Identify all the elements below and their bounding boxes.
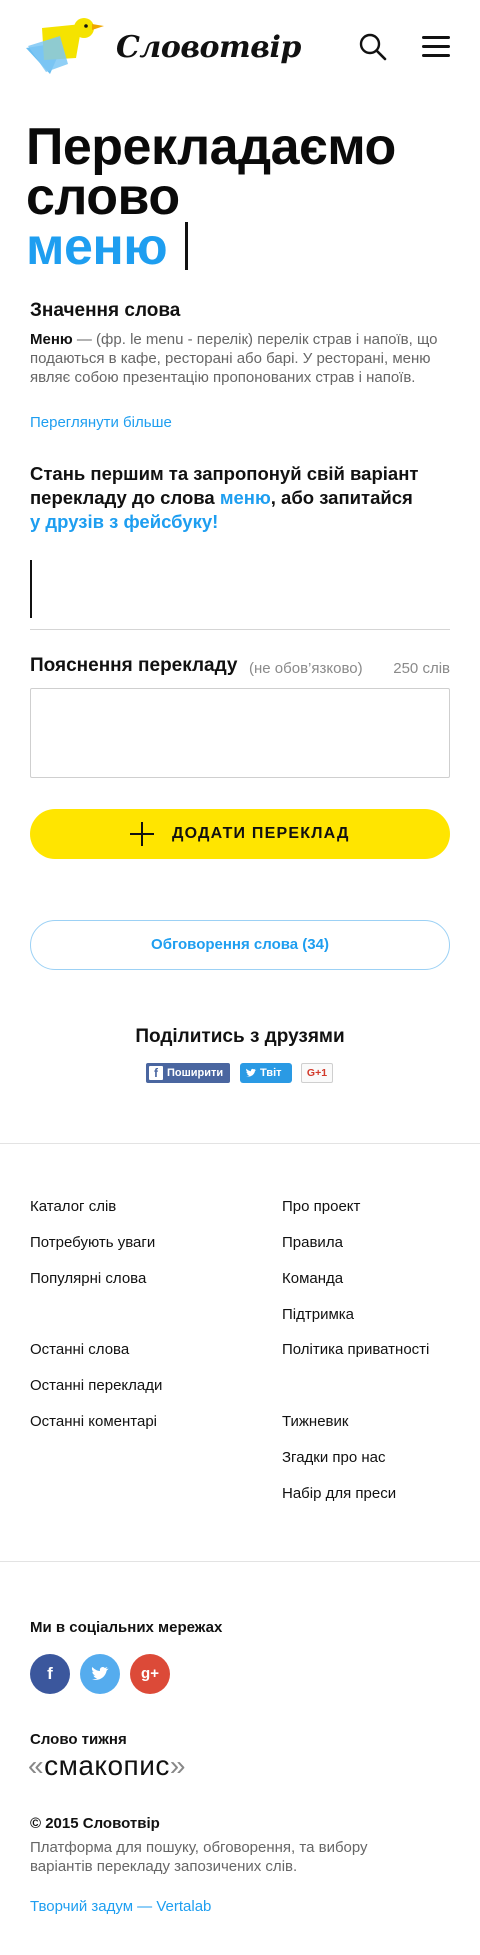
meaning-definition-text: — (фр. le menu - перелік) перелік страв … [30, 331, 438, 386]
facebook-social-button[interactable]: f [30, 1654, 70, 1694]
meaning-term: Меню [30, 331, 73, 348]
close-quote: » [169, 1750, 186, 1781]
twitter-bird-icon [91, 1667, 109, 1680]
plus-icon [130, 822, 154, 846]
explanation-textarea[interactable] [30, 688, 450, 778]
hamburger-icon-bar [422, 54, 450, 57]
search-icon [359, 33, 387, 61]
twitter-share-button[interactable]: Твіт [240, 1063, 292, 1083]
credit-link[interactable]: Творчий задум — Vertalab [30, 1898, 211, 1915]
view-more-link[interactable]: Переглянути більше [30, 414, 172, 431]
twitter-social-button[interactable] [80, 1654, 120, 1694]
footer-link-weekly[interactable]: Тижневик [282, 1413, 348, 1430]
search-button[interactable] [358, 32, 388, 62]
google-plus-share-button[interactable]: G+1 [301, 1063, 333, 1083]
hero-title-prefix: Перекладаємо слово [26, 118, 396, 226]
footer-link-team[interactable]: Команда [282, 1270, 343, 1287]
social-divider [0, 1561, 480, 1562]
meaning-heading: Значення слова [30, 300, 181, 321]
footer-link-privacy[interactable]: Політика приватності [282, 1341, 429, 1358]
footer-link-needs-attention[interactable]: Потребують уваги [30, 1234, 155, 1251]
social-title: Ми в соціальних мережах [30, 1619, 223, 1636]
input-caret [30, 560, 32, 618]
platform-description: Платформа для пошуку, обговорення, та ви… [30, 1839, 368, 1875]
footer-link-about[interactable]: Про проект [282, 1198, 360, 1215]
open-quote: « [28, 1750, 45, 1781]
invite-text-middle: , або запитайся [270, 487, 413, 508]
footer-link-press-kit[interactable]: Набір для преси [282, 1485, 396, 1502]
site-header: Словотвір [0, 0, 480, 96]
explanation-label: Пояснення перекладу [30, 655, 238, 676]
facebook-share-button[interactable]: f Поширити [146, 1063, 230, 1083]
hero-word: меню [26, 218, 168, 276]
add-translation-label: ДОДАТИ ПЕРЕКЛАД [172, 825, 350, 842]
meaning-definition: Меню — (фр. le menu - перелік) перелік с… [30, 330, 450, 387]
footer-link-mentions[interactable]: Згадки про нас [282, 1449, 386, 1466]
invite-word-link[interactable]: меню [220, 487, 271, 508]
menu-button[interactable] [422, 36, 450, 58]
text-cursor [185, 222, 189, 270]
share-title: Поділитись з друзями [135, 1026, 345, 1047]
explanation-word-limit: 250 слів [393, 660, 450, 677]
facebook-icon: f [149, 1066, 163, 1080]
word-of-week-title: Слово тижня [30, 1731, 127, 1748]
word-of-week-link[interactable]: «смакопис» [28, 1750, 186, 1782]
page-title: Перекладаємо слово меню [26, 121, 466, 273]
hamburger-icon-bar [422, 45, 450, 48]
word-discussion-button[interactable]: Обговорення слова (34) [30, 920, 450, 970]
footer-link-recent-words[interactable]: Останні слова [30, 1341, 129, 1358]
footer-link-catalog[interactable]: Каталог слів [30, 1198, 116, 1215]
copyright: © 2015 Словотвір [30, 1815, 160, 1832]
twitter-share-label: Твіт [260, 1067, 282, 1079]
site-logo[interactable]: Словотвір [24, 14, 301, 78]
bird-logo-icon [26, 18, 104, 74]
hamburger-icon [422, 36, 450, 39]
facebook-share-label: Поширити [167, 1067, 224, 1079]
footer-link-popular[interactable]: Популярні слова [30, 1270, 146, 1287]
explanation-optional-note: (не обов’язково) [249, 660, 363, 677]
translation-input[interactable] [30, 558, 450, 630]
footer-link-recent-translations[interactable]: Останні переклади [30, 1377, 162, 1394]
facebook-friends-link[interactable]: у друзів з фейсбуку! [30, 511, 218, 532]
footer-divider [0, 1143, 480, 1144]
translation-invite: Стань першим та запропонуй свій варіант … [30, 462, 450, 534]
twitter-bird-icon [246, 1068, 257, 1077]
logo-wordmark: Словотвір [116, 30, 301, 65]
footer-link-support[interactable]: Підтримка [282, 1306, 354, 1323]
google-plus-social-button[interactable]: g+ [130, 1654, 170, 1694]
footer-link-recent-comments[interactable]: Останні коментарі [30, 1413, 157, 1430]
add-translation-button[interactable]: ДОДАТИ ПЕРЕКЛАД [30, 809, 450, 859]
footer-link-rules[interactable]: Правила [282, 1234, 343, 1251]
word-of-week-word: смакопис [44, 1750, 170, 1781]
